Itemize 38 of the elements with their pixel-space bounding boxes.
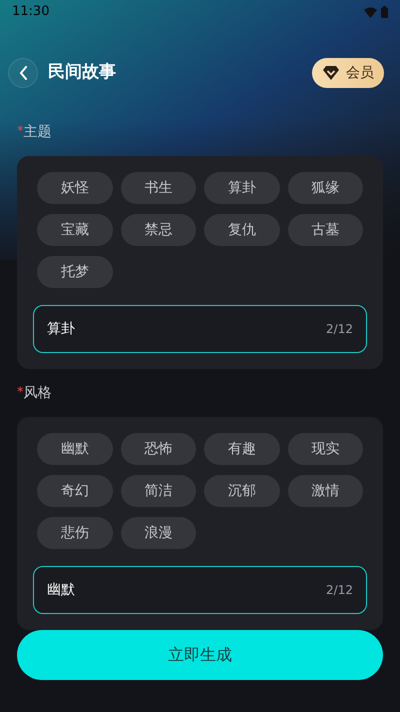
tag-chip[interactable]: 简洁 bbox=[120, 475, 196, 507]
required-mark: * bbox=[17, 384, 24, 402]
input-field[interactable]: 幽默 2/12 bbox=[33, 566, 367, 614]
tag-chip[interactable]: 妖怪 bbox=[37, 172, 112, 204]
input-field[interactable]: 算卦 2/12 bbox=[33, 305, 367, 353]
tag-chip[interactable]: 禁忌 bbox=[120, 214, 196, 246]
back-icon bbox=[18, 66, 28, 80]
tag-chip[interactable]: 书生 bbox=[120, 172, 196, 204]
vip-button[interactable]: 会员 bbox=[312, 58, 384, 88]
input-value: 算卦 bbox=[47, 320, 75, 338]
battery-icon bbox=[381, 6, 388, 18]
section-label: 主题 bbox=[24, 122, 52, 142]
generate-button[interactable]: 立即生成 bbox=[17, 630, 383, 680]
character-count: 2/12 bbox=[326, 321, 353, 338]
input-value: 幽默 bbox=[47, 580, 75, 600]
diamond-heart-icon bbox=[322, 65, 340, 81]
tag-chip[interactable]: 奇幻 bbox=[37, 475, 112, 507]
tag-chip[interactable]: 现实 bbox=[288, 433, 363, 465]
back-button[interactable] bbox=[8, 58, 38, 88]
tag-chip[interactable]: 复仇 bbox=[204, 214, 280, 246]
tag-chip[interactable]: 恐怖 bbox=[120, 433, 196, 465]
tag-chip[interactable]: 算卦 bbox=[204, 172, 280, 204]
section-label: 风格 bbox=[24, 384, 52, 402]
tag-chip[interactable]: 有趣 bbox=[204, 433, 280, 465]
status-time: 11:30 bbox=[12, 3, 50, 22]
tag-chip[interactable]: 宝藏 bbox=[37, 214, 112, 246]
wifi-icon bbox=[364, 6, 377, 18]
tag-chip[interactable]: 狐缘 bbox=[288, 172, 363, 204]
required-mark: * bbox=[17, 123, 24, 142]
tag-chip[interactable]: 悲伤 bbox=[37, 517, 112, 549]
tag-chip[interactable]: 幽默 bbox=[37, 433, 112, 465]
tag-chip[interactable]: 激情 bbox=[288, 475, 363, 507]
tag-chip[interactable]: 沉郁 bbox=[204, 475, 280, 507]
tag-chip[interactable]: 托梦 bbox=[37, 256, 112, 288]
page-title: 民间故事 bbox=[48, 61, 116, 84]
tag-chip[interactable]: 古墓 bbox=[288, 214, 363, 246]
character-count: 2/12 bbox=[326, 582, 353, 599]
tag-chip[interactable]: 浪漫 bbox=[120, 517, 196, 549]
